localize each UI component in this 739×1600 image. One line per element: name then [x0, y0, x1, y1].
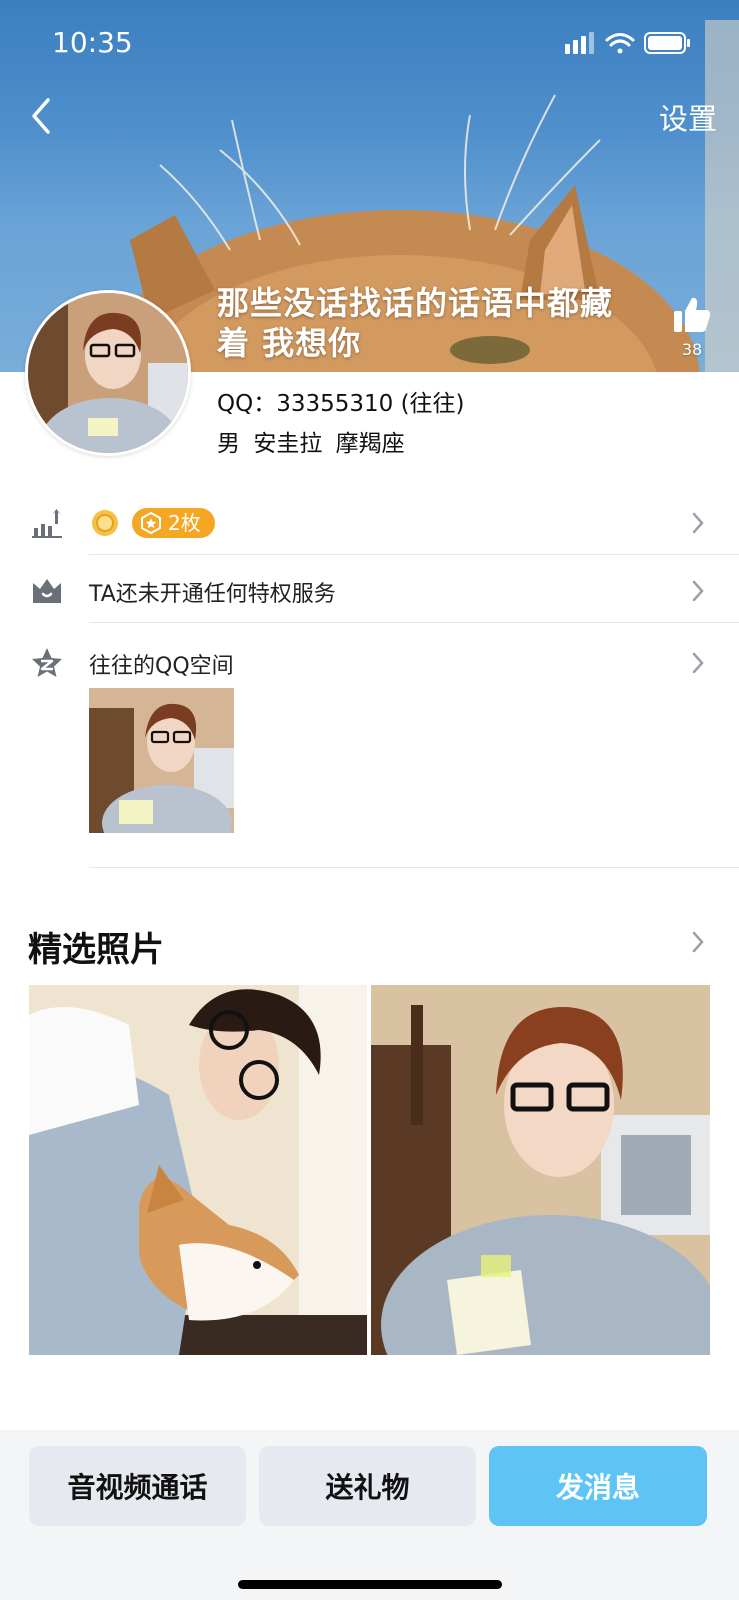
- profile-basic-info: 男 安圭拉 摩羯座: [217, 424, 405, 458]
- featured-photos-title: 精选照片: [28, 930, 164, 970]
- privilege-text: TA还未开通任何特权服务: [89, 582, 336, 607]
- video-call-button[interactable]: 音视频通话: [29, 1446, 246, 1526]
- qzone-photo: [89, 688, 234, 833]
- avatar-image: [28, 293, 188, 453]
- bottom-action-bar: 音视频通话 送礼物 发消息: [0, 1430, 739, 1600]
- send-gift-button[interactable]: 送礼物: [259, 1446, 476, 1526]
- featured-photo-2[interactable]: [371, 985, 710, 1355]
- battery-icon: [644, 32, 690, 54]
- avatar[interactable]: [25, 290, 191, 456]
- qzone-text: 往往的QQ空间: [89, 654, 234, 679]
- medal-icon: [141, 512, 161, 534]
- level-row[interactable]: 2枚: [0, 500, 739, 546]
- send-message-button[interactable]: 发消息: [489, 1446, 707, 1526]
- chevron-left-icon: [32, 98, 50, 134]
- chevron-right-icon: [692, 580, 704, 602]
- featured-photo-image: [29, 985, 367, 1355]
- gender-text: 男: [217, 431, 240, 457]
- divider: [89, 867, 739, 868]
- qzone-star-icon: [32, 648, 62, 677]
- divider: [89, 554, 739, 555]
- like-button[interactable]: 38: [668, 296, 716, 360]
- home-indicator[interactable]: [238, 1580, 502, 1589]
- qq-number: QQ：33355310 (往往): [217, 391, 465, 417]
- level-icon: [32, 509, 62, 538]
- back-button[interactable]: [22, 92, 62, 142]
- qzone-row[interactable]: 往往的QQ空间: [0, 638, 739, 684]
- sun-level-icon: [92, 510, 118, 536]
- medal-badge[interactable]: 2枚: [132, 508, 215, 538]
- location-text: 安圭拉: [253, 431, 323, 457]
- chevron-right-icon: [692, 652, 704, 674]
- featured-photo-image: [371, 985, 710, 1355]
- thumbs-up-icon: [674, 297, 711, 332]
- like-count: 38: [681, 340, 703, 359]
- wifi-icon: [605, 33, 635, 54]
- featured-photo-1[interactable]: [29, 985, 367, 1355]
- chevron-right-icon: [692, 512, 704, 534]
- chevron-right-icon[interactable]: [691, 930, 705, 954]
- medal-count: 2枚: [168, 511, 201, 535]
- zodiac-text: 摩羯座: [335, 431, 405, 457]
- signal-icon: [565, 32, 594, 54]
- status-time: 10:35: [52, 26, 133, 59]
- profile-signature: 那些没话找话的话语中都藏着 我想你: [217, 284, 614, 362]
- divider: [89, 622, 739, 623]
- settings-button[interactable]: 设置: [659, 96, 717, 138]
- privilege-row[interactable]: TA还未开通任何特权服务: [0, 566, 739, 612]
- crown-icon: [33, 579, 61, 603]
- qzone-thumbnail[interactable]: [89, 688, 234, 833]
- status-icons: [565, 30, 705, 56]
